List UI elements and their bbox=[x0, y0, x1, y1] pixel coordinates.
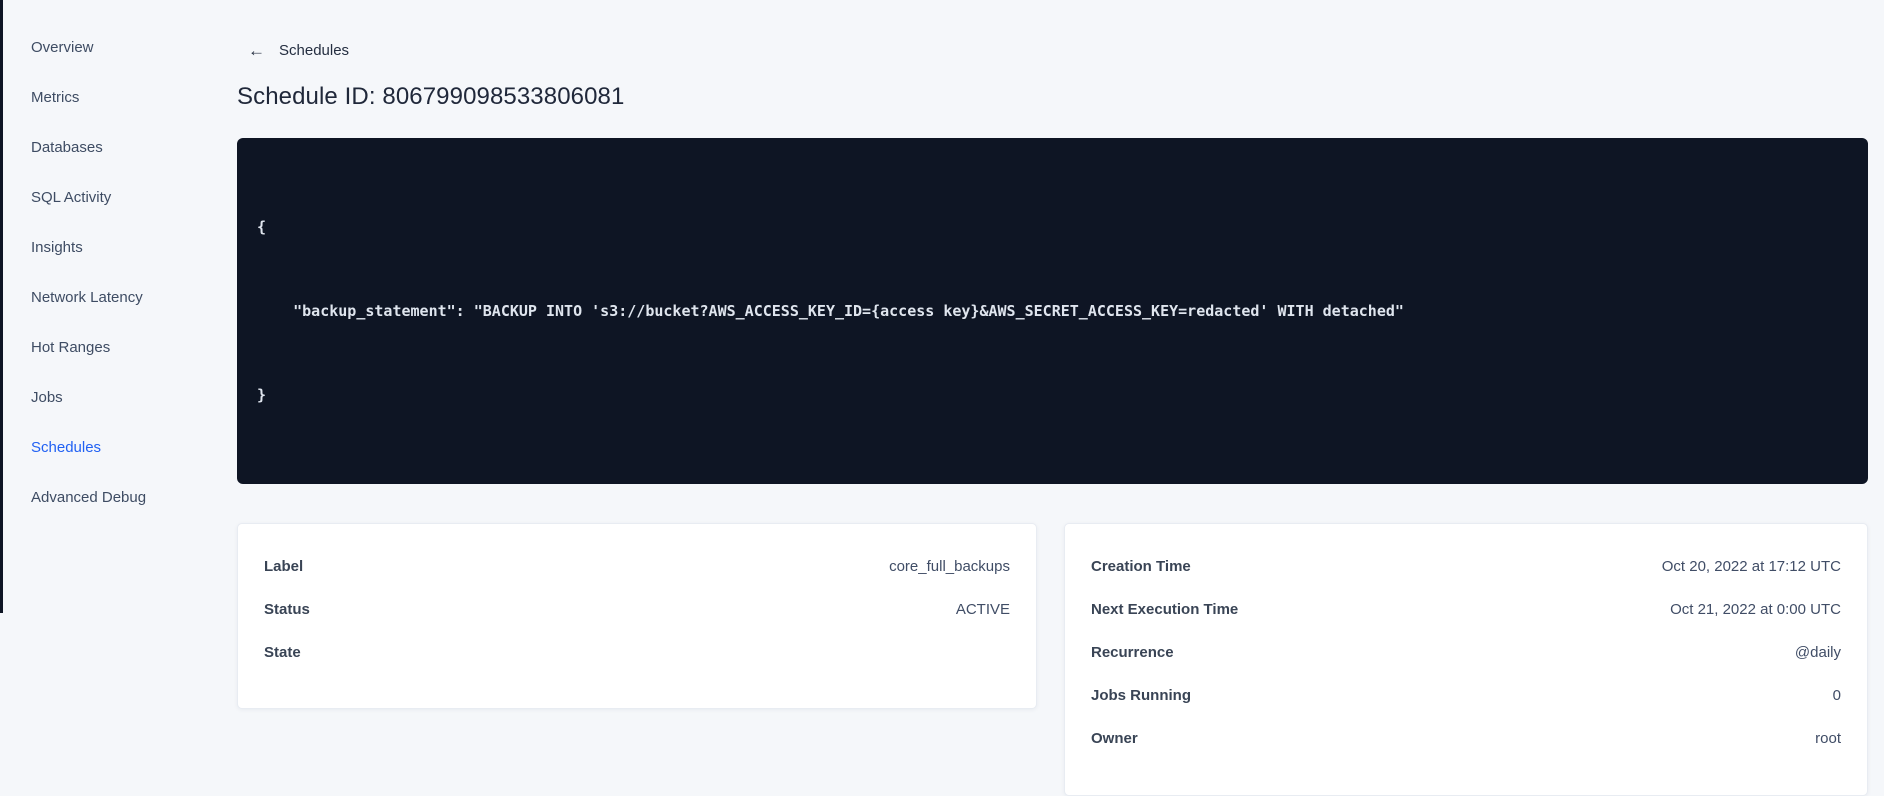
sidebar-item-jobs[interactable]: Jobs bbox=[3, 373, 213, 423]
schedule-execution-card: Creation Time Oct 20, 2022 at 17:12 UTC … bbox=[1064, 523, 1868, 796]
row-label: Label bbox=[264, 558, 304, 575]
row-value: Oct 20, 2022 at 17:12 UTC bbox=[1661, 558, 1841, 575]
code-line: { bbox=[257, 218, 267, 236]
sidebar-item-advanced-debug[interactable]: Advanced Debug bbox=[3, 473, 213, 523]
page-title: Schedule ID: 806799098533806081 bbox=[237, 83, 625, 110]
row-label: Creation Time bbox=[1091, 558, 1191, 575]
row-value: Oct 21, 2022 at 0:00 UTC bbox=[1670, 601, 1841, 618]
card-row-status: Status ACTIVE bbox=[264, 588, 1010, 631]
sidebar-item-metrics[interactable]: Metrics bbox=[3, 73, 213, 123]
sidebar-item-sql-activity[interactable]: SQL Activity bbox=[3, 173, 213, 223]
code-line: "backup_statement": "BACKUP INTO 's3://b… bbox=[257, 302, 1404, 320]
card-row-label: Label core_full_backups bbox=[264, 545, 1010, 588]
row-label: Status bbox=[264, 601, 310, 618]
code-line: } bbox=[257, 386, 267, 404]
schedule-summary-card: Label core_full_backups Status ACTIVE St… bbox=[237, 523, 1037, 709]
card-row-jobs-running: Jobs Running 0 bbox=[1091, 674, 1841, 717]
schedule-definition-code-block: { "backup_statement": "BACKUP INTO 's3:/… bbox=[237, 138, 1868, 484]
sidebar-item-hot-ranges[interactable]: Hot Ranges bbox=[3, 323, 213, 373]
row-value: @daily bbox=[1794, 644, 1841, 661]
row-value: core_full_backups bbox=[889, 558, 1010, 575]
row-label: Jobs Running bbox=[1091, 687, 1191, 704]
card-row-next-execution-time: Next Execution Time Oct 21, 2022 at 0:00… bbox=[1091, 588, 1841, 631]
sidebar-item-network-latency[interactable]: Network Latency bbox=[3, 273, 213, 323]
row-value: root bbox=[1815, 730, 1841, 747]
sidebar-item-databases[interactable]: Databases bbox=[3, 123, 213, 173]
row-value: 0 bbox=[1832, 687, 1841, 704]
row-label: Owner bbox=[1091, 730, 1138, 747]
detail-cards-row: Label core_full_backups Status ACTIVE St… bbox=[237, 523, 1868, 796]
back-arrow-icon: ← bbox=[248, 41, 265, 60]
back-to-schedules-link[interactable]: ← Schedules bbox=[237, 42, 349, 59]
sidebar-item-overview[interactable]: Overview bbox=[3, 23, 213, 73]
row-label: Recurrence bbox=[1091, 644, 1174, 661]
row-label: Next Execution Time bbox=[1091, 601, 1239, 618]
sidebar-item-schedules[interactable]: Schedules bbox=[3, 423, 213, 473]
card-row-recurrence: Recurrence @daily bbox=[1091, 631, 1841, 674]
card-row-owner: Owner root bbox=[1091, 717, 1841, 760]
row-label: State bbox=[264, 644, 301, 661]
row-value: ACTIVE bbox=[955, 601, 1010, 618]
back-link-label: Schedules bbox=[279, 42, 350, 59]
card-row-creation-time: Creation Time Oct 20, 2022 at 17:12 UTC bbox=[1091, 545, 1841, 588]
sidebar-nav: Overview Metrics Databases SQL Activity … bbox=[3, 0, 213, 613]
card-row-state: State bbox=[264, 631, 1010, 674]
main-content: ← Schedules Schedule ID: 806799098533806… bbox=[237, 0, 1868, 796]
sidebar-item-insights[interactable]: Insights bbox=[3, 223, 213, 273]
